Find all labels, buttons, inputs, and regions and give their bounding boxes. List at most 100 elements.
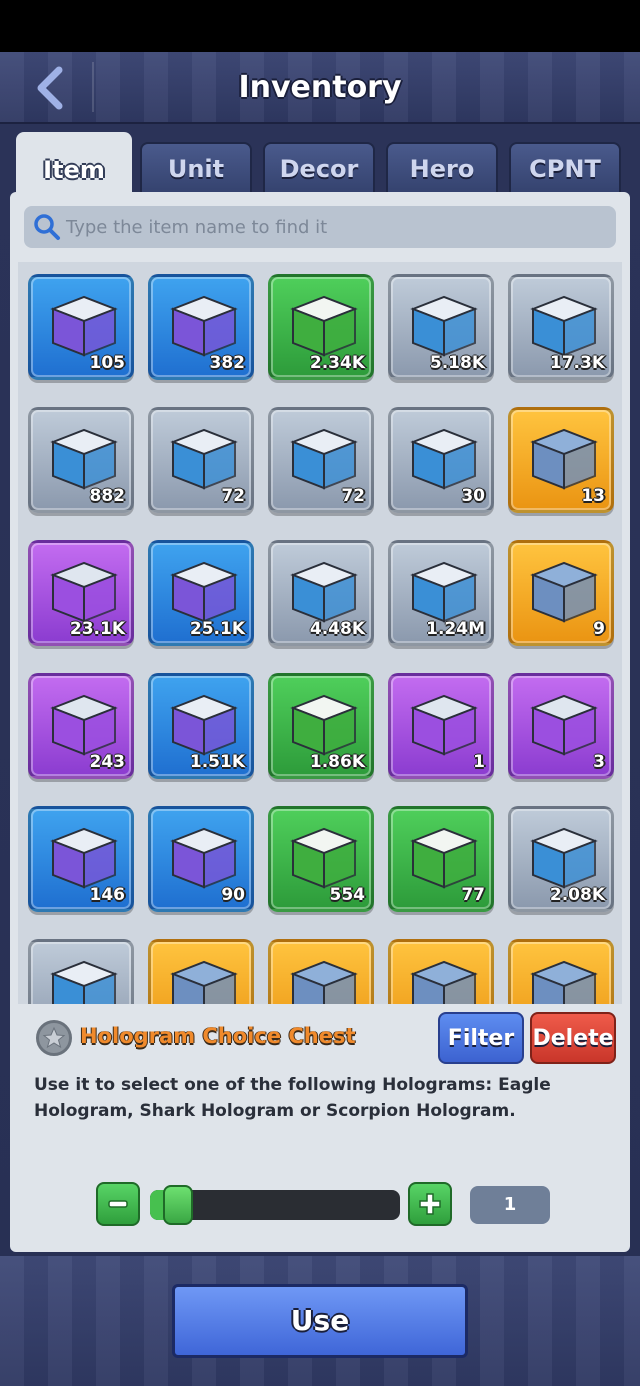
tab-cpnt[interactable]: CPNT: [509, 142, 621, 194]
status-bar: [0, 0, 640, 52]
tab-item[interactable]: Item: [16, 132, 132, 194]
inventory-item[interactable]: 1.24M: [388, 540, 494, 646]
inventory-item[interactable]: 72: [148, 407, 254, 513]
inventory-item[interactable]: 382: [148, 274, 254, 380]
item-quantity: 5.18K: [429, 353, 485, 373]
inventory-item[interactable]: 72: [268, 407, 374, 513]
inventory-item[interactable]: [148, 939, 254, 1004]
science-crate-icon: [170, 561, 238, 623]
purple-mystery-chest-icon: [410, 694, 478, 756]
filter-button[interactable]: Filter: [438, 1012, 524, 1064]
item-quantity: 1.51K: [189, 752, 245, 772]
tech-crate-icon: [290, 561, 358, 623]
category-tabs: Item Unit Decor Hero CPNT: [16, 132, 624, 194]
inventory-item[interactable]: 243: [28, 673, 134, 779]
inventory-item[interactable]: 90: [148, 806, 254, 912]
inventory-item[interactable]: 17.3K: [508, 274, 614, 380]
tab-hero[interactable]: Hero: [386, 142, 498, 194]
item-quantity: 382: [209, 353, 246, 373]
item-quantity: 882: [89, 486, 126, 506]
quantity-field[interactable]: 1: [470, 1186, 550, 1224]
hologram-chest-icon: [170, 960, 238, 1004]
quantity-slider[interactable]: [150, 1185, 400, 1225]
item-quantity: 1: [473, 752, 485, 772]
inventory-item[interactable]: 30: [388, 407, 494, 513]
green-chest-icon: [410, 827, 478, 889]
grey-mystery-chest-icon: [530, 827, 598, 889]
item-quantity: 4.48K: [309, 619, 365, 639]
item-quantity: 77: [461, 885, 485, 905]
search-icon: [32, 212, 62, 242]
inventory-item[interactable]: 1.86K: [268, 673, 374, 779]
item-quantity: 146: [89, 885, 126, 905]
item-quantity: 1.24M: [426, 619, 485, 639]
inventory-item[interactable]: 105: [28, 274, 134, 380]
teal-crate-icon: [290, 694, 358, 756]
science-crate-icon: [410, 561, 478, 623]
item-quantity: 72: [341, 486, 365, 506]
inventory-item[interactable]: 13: [508, 407, 614, 513]
item-quantity: 25.1K: [189, 619, 245, 639]
inventory-item[interactable]: 77: [388, 806, 494, 912]
item-quantity: 30: [461, 486, 485, 506]
inventory-item[interactable]: 1: [388, 673, 494, 779]
top-bar: Inventory: [0, 52, 640, 124]
inventory-item[interactable]: [508, 939, 614, 1004]
search-input[interactable]: Type the item name to find it: [24, 206, 616, 248]
item-quantity: 554: [329, 885, 366, 905]
inventory-item[interactable]: 25.1K: [148, 540, 254, 646]
inventory-item[interactable]: 9: [508, 540, 614, 646]
item-quantity: 2.08K: [549, 885, 605, 905]
mystery-crate-icon: [170, 295, 238, 357]
delete-button[interactable]: Delete: [530, 1012, 616, 1064]
green-mystery-chest-icon: [290, 827, 358, 889]
inventory-item[interactable]: 554: [268, 806, 374, 912]
item-quantity: 17.3K: [549, 353, 605, 373]
plus-icon: [419, 1193, 441, 1215]
ammo-crate-icon: [290, 428, 358, 490]
use-button[interactable]: Use: [172, 1284, 468, 1358]
increase-quantity-button[interactable]: [408, 1182, 452, 1226]
inventory-item[interactable]: 1.51K: [148, 673, 254, 779]
blue-mystery-chest-icon: [50, 827, 118, 889]
red-gear-crate-icon: [50, 694, 118, 756]
item-quantity: 243: [89, 752, 126, 772]
inventory-item[interactable]: 2.08K: [508, 806, 614, 912]
green-crate-icon: [50, 428, 118, 490]
inventory-item[interactable]: [268, 939, 374, 1004]
green-supply-crate-icon: [290, 295, 358, 357]
item-grid[interactable]: 105 382 2.34K 5.18K 17.3K 882 72 72 30 13 23.1K 25.…: [18, 262, 622, 1004]
blue-chest-icon: [170, 827, 238, 889]
green-supply-crate-icon: [410, 295, 478, 357]
item-quantity: 3: [593, 752, 605, 772]
inventory-item[interactable]: [28, 939, 134, 1004]
tab-unit[interactable]: Unit: [140, 142, 252, 194]
inventory-item[interactable]: 882: [28, 407, 134, 513]
selected-item-name: Hologram Choice Chest: [80, 1024, 356, 1048]
item-quantity: 90: [221, 885, 245, 905]
search-placeholder: Type the item name to find it: [66, 216, 328, 238]
purple-ammo-crate-icon: [50, 295, 118, 357]
inventory-item[interactable]: 4.48K: [268, 540, 374, 646]
minus-icon: [108, 1200, 128, 1208]
item-quantity: 23.1K: [69, 619, 125, 639]
red-gear-crate-icon: [530, 561, 598, 623]
item-quantity: 9: [593, 619, 605, 639]
inventory-item[interactable]: 5.18K: [388, 274, 494, 380]
quantity-slider-thumb[interactable]: [163, 1185, 193, 1225]
inventory-item[interactable]: 3: [508, 673, 614, 779]
decrease-quantity-button[interactable]: [96, 1182, 140, 1226]
shield-crate-icon: [170, 428, 238, 490]
inventory-item[interactable]: [388, 939, 494, 1004]
item-quantity: 105: [89, 353, 126, 373]
hologram-chest-icon: [290, 960, 358, 1004]
energy-cell-icon: [530, 428, 598, 490]
inventory-item[interactable]: 23.1K: [28, 540, 134, 646]
grey-chest-icon: [50, 960, 118, 1004]
inventory-item[interactable]: 2.34K: [268, 274, 374, 380]
gold-gear-crate-icon: [170, 694, 238, 756]
purple-chest-icon: [530, 694, 598, 756]
tab-decor[interactable]: Decor: [263, 142, 375, 194]
mech-part-crate-icon: [50, 561, 118, 623]
inventory-item[interactable]: 146: [28, 806, 134, 912]
